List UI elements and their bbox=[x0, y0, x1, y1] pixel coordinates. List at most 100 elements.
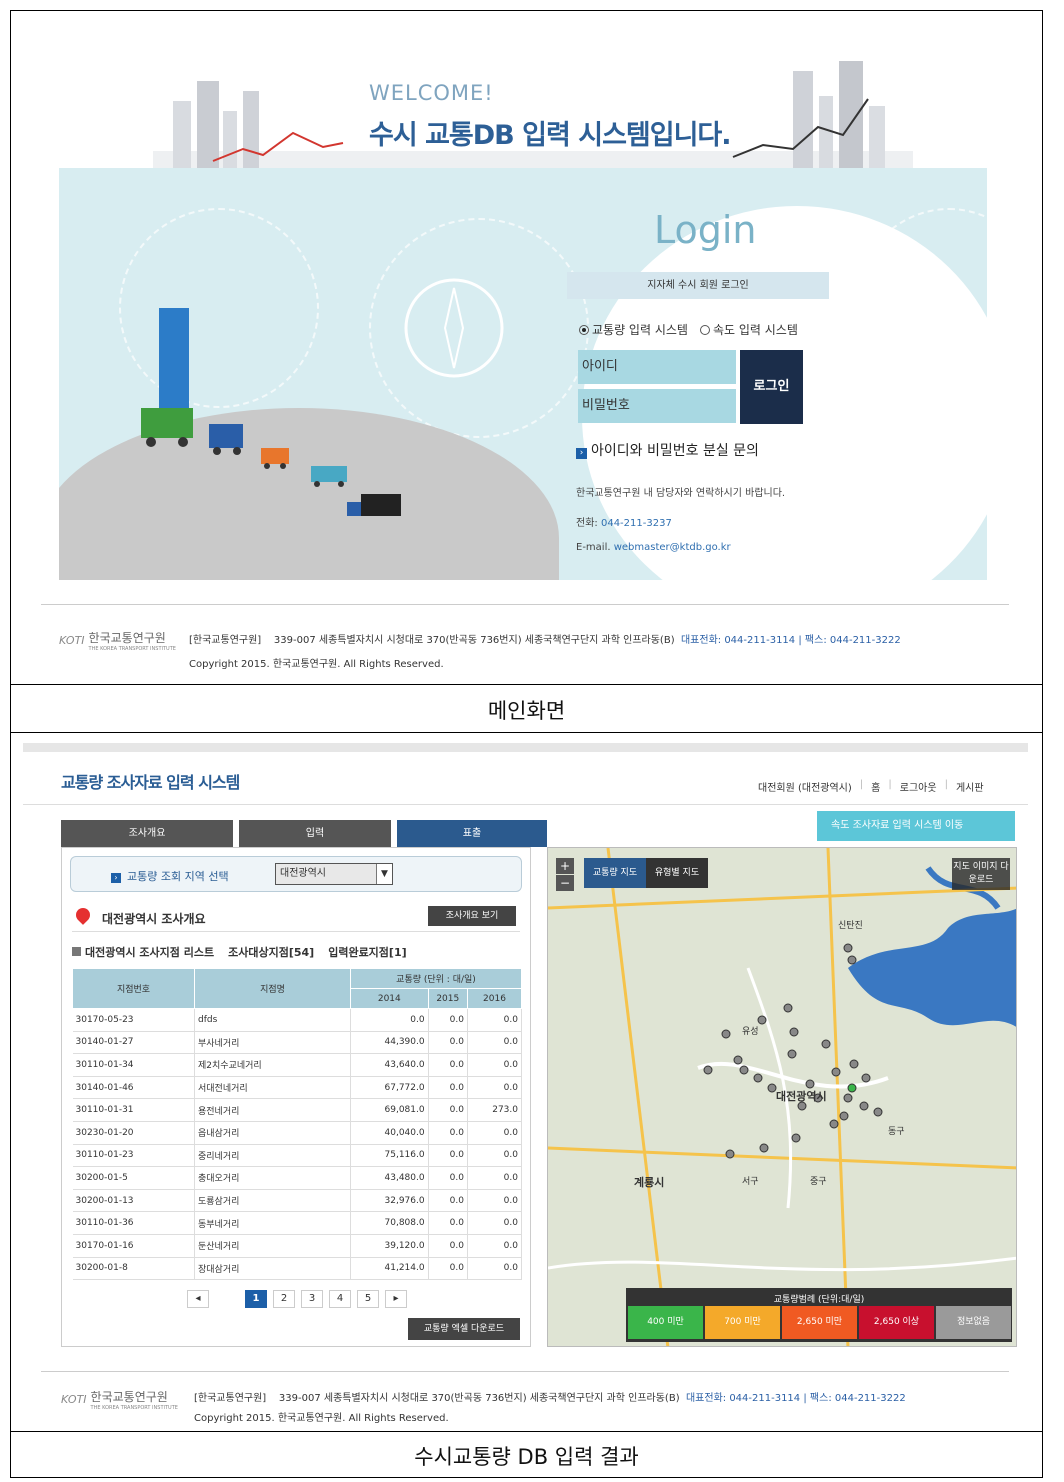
page-1[interactable]: 1 bbox=[245, 1290, 267, 1308]
header-divider bbox=[23, 804, 1028, 805]
institute-logo: KOTI 한국교통연구원 THE KOREA TRANSPORT INSTITU… bbox=[59, 629, 176, 652]
institute-logo: KOTI 한국교통연구원 THE KOREA TRANSPORT INSTITU… bbox=[61, 1388, 178, 1411]
cell-2016: 0.0 bbox=[467, 1031, 523, 1055]
table-row[interactable]: 30170-05-23 dfds 0.0 0.0 0.0 bbox=[72, 1008, 523, 1032]
cell-id: 30140-01-27 bbox=[72, 1031, 195, 1055]
logo-korean: 한국교통연구원 bbox=[90, 1390, 168, 1404]
cell-2014: 32,976.0 bbox=[350, 1189, 429, 1213]
cell-2014: 43,480.0 bbox=[350, 1166, 429, 1190]
cell-id: 30170-05-23 bbox=[72, 1008, 195, 1032]
id-input[interactable]: 아이디 bbox=[578, 350, 736, 384]
cell-name: 장대삼거리 bbox=[194, 1257, 351, 1281]
footer-address-text: 339-007 세종특별자치시 시청대로 370(반곡동 736번지) 세종국책… bbox=[273, 635, 675, 646]
password-input[interactable]: 비밀번호 bbox=[578, 389, 736, 423]
legend-cell: 2,650 이상 bbox=[859, 1306, 934, 1339]
cell-id: 30170-01-16 bbox=[72, 1234, 195, 1258]
nav-logout[interactable]: 로그아웃 bbox=[900, 779, 937, 794]
phone-label: 전화: bbox=[576, 518, 598, 529]
traffic-map[interactable]: + − 교통량 지도 유형별 지도 지도 이미지 다운로드 대전광역시 계룡시 … bbox=[547, 847, 1017, 1347]
radio-speed-system[interactable]: 속도 입력 시스템 bbox=[699, 321, 798, 338]
footer-address: [한국교통연구원] 339-007 세종특별자치시 시청대로 370(반곡동 7… bbox=[189, 631, 901, 646]
page-2[interactable]: 2 bbox=[273, 1290, 295, 1308]
email-link[interactable]: webmaster@ktdb.go.kr bbox=[614, 542, 731, 553]
page-5[interactable]: 5 bbox=[357, 1290, 379, 1308]
cell-2014: 0.0 bbox=[350, 1008, 429, 1032]
tab-input[interactable]: 입력 bbox=[239, 820, 391, 847]
nav-home[interactable]: 홈 bbox=[871, 779, 880, 794]
logo-mark: KOTI bbox=[61, 1393, 87, 1406]
table-row[interactable]: 30140-01-46 서대전네거리 67,772.0 0.0 0.0 bbox=[72, 1076, 523, 1100]
cell-id: 30200-01-5 bbox=[72, 1166, 195, 1190]
cell-2014: 75,116.0 bbox=[350, 1144, 429, 1168]
map-tab-type[interactable]: 유형별 지도 bbox=[646, 858, 708, 888]
footer-org: [한국교통연구원] bbox=[189, 635, 262, 646]
next-page-button[interactable]: ▸ bbox=[385, 1290, 407, 1308]
cell-2016: 0.0 bbox=[467, 1234, 523, 1258]
page-4[interactable]: 4 bbox=[329, 1290, 351, 1308]
footer-fax: 팩스: 044-211-3222 bbox=[804, 635, 901, 646]
legend-cell: 2,650 미만 bbox=[782, 1306, 857, 1339]
table-divider bbox=[11, 732, 1042, 733]
legend-cell: 700 미만 bbox=[705, 1306, 780, 1339]
cell-2014: 44,390.0 bbox=[350, 1031, 429, 1055]
cell-2015: 0.0 bbox=[428, 1121, 468, 1145]
cell-id: 30110-01-36 bbox=[72, 1211, 195, 1235]
map-label-sintan: 신탄진 bbox=[838, 921, 863, 931]
radio-speed-label: 속도 입력 시스템 bbox=[712, 323, 798, 337]
prev-page-button[interactable]: ◂ bbox=[187, 1290, 209, 1308]
browser-top-bar bbox=[23, 743, 1028, 752]
map-tab-traffic[interactable]: 교통량 지도 bbox=[584, 858, 646, 888]
result-app-title: 교통량 조사자료 입력 시스템 bbox=[61, 773, 240, 792]
footer-org: [한국교통연구원] bbox=[194, 1393, 267, 1404]
radio-unchecked-icon[interactable] bbox=[699, 325, 710, 335]
cell-id: 30110-01-23 bbox=[72, 1144, 195, 1168]
cell-name: 중리네거리 bbox=[194, 1144, 351, 1168]
table-row[interactable]: 30110-01-36 동부네거리 70,808.0 0.0 0.0 bbox=[72, 1211, 523, 1235]
cell-2016: 0.0 bbox=[467, 1008, 523, 1032]
table-row[interactable]: 30170-01-16 둔산네거리 39,120.0 0.0 0.0 bbox=[72, 1234, 523, 1258]
excel-download-button[interactable]: 교통량 엑셀 다운로드 bbox=[408, 1318, 520, 1340]
login-button[interactable]: 로그인 bbox=[740, 350, 803, 424]
footer-tel: 대표전화: 044-211-3114 bbox=[680, 635, 796, 646]
cell-2016: 0.0 bbox=[467, 1121, 523, 1145]
nav-board[interactable]: 게시판 bbox=[956, 779, 984, 794]
footer-address: [한국교통연구원] 339-007 세종특별자치시 시청대로 370(반곡동 7… bbox=[194, 1389, 906, 1404]
lost-credentials-heading: › 아이디와 비밀번호 분실 문의 bbox=[576, 440, 759, 460]
system-title: 수시 교통DB 입력 시스템입니다. bbox=[369, 120, 732, 151]
cell-2015: 0.0 bbox=[428, 1211, 468, 1235]
zoom-in-button[interactable]: + bbox=[556, 858, 574, 874]
caption-main-screen: 메인화면 bbox=[487, 699, 566, 723]
table-row[interactable]: 30110-01-31 용전네거리 69,081.0 0.0 273.0 bbox=[72, 1098, 523, 1122]
zoom-out-button[interactable]: − bbox=[556, 875, 574, 891]
speed-system-button[interactable]: 속도 조사자료 입력 시스템 이동 bbox=[817, 811, 1015, 841]
radio-checked-icon[interactable] bbox=[579, 325, 589, 335]
table-row[interactable]: 30200-01-5 충대오거리 43,480.0 0.0 0.0 bbox=[72, 1166, 523, 1190]
cell-name: 도룡삼거리 bbox=[194, 1189, 351, 1213]
cell-2016: 0.0 bbox=[467, 1211, 523, 1235]
col-id: 지점번호 bbox=[72, 968, 195, 1009]
overview-view-button[interactable]: 조사개요 보기 bbox=[428, 906, 516, 926]
table-row[interactable]: 30200-01-8 장대삼거리 41,214.0 0.0 0.0 bbox=[72, 1257, 523, 1281]
page-3[interactable]: 3 bbox=[301, 1290, 323, 1308]
region-label: › 교통량 조회 지역 선택 bbox=[111, 868, 229, 884]
arrow-right-icon: › bbox=[111, 873, 121, 883]
legend-cell: 400 미만 bbox=[628, 1306, 703, 1339]
table-row[interactable]: 30110-01-23 중리네거리 75,116.0 0.0 0.0 bbox=[72, 1144, 523, 1168]
zoom-controls: + − bbox=[556, 858, 574, 891]
tab-overview[interactable]: 조사개요 bbox=[61, 820, 233, 847]
logo-english: THE KOREA TRANSPORT INSTITUTE bbox=[90, 1405, 178, 1411]
table-row[interactable]: 30110-01-34 제2치수교네거리 43,640.0 0.0 0.0 bbox=[72, 1053, 523, 1077]
table-row[interactable]: 30230-01-20 읍내삼거리 40,040.0 0.0 0.0 bbox=[72, 1121, 523, 1145]
map-image-download[interactable]: 지도 이미지 다운로드 bbox=[952, 858, 1010, 890]
chevron-down-icon[interactable]: ▼ bbox=[376, 864, 392, 884]
radio-traffic-system[interactable]: 교통량 입력 시스템 bbox=[579, 321, 688, 338]
tab-display[interactable]: 표출 bbox=[397, 820, 547, 847]
col-year: 2015 bbox=[427, 988, 468, 1009]
footer-divider bbox=[41, 1371, 1009, 1372]
cell-2015: 0.0 bbox=[428, 1076, 468, 1100]
table-row[interactable]: 30200-01-13 도룡삼거리 32,976.0 0.0 0.0 bbox=[72, 1189, 523, 1213]
region-select[interactable]: 대전광역시 ▼ bbox=[275, 863, 393, 885]
cell-name: 읍내삼거리 bbox=[194, 1121, 351, 1145]
map-label-donggu: 동구 bbox=[888, 1127, 905, 1137]
table-row[interactable]: 30140-01-27 부사네거리 44,390.0 0.0 0.0 bbox=[72, 1031, 523, 1055]
